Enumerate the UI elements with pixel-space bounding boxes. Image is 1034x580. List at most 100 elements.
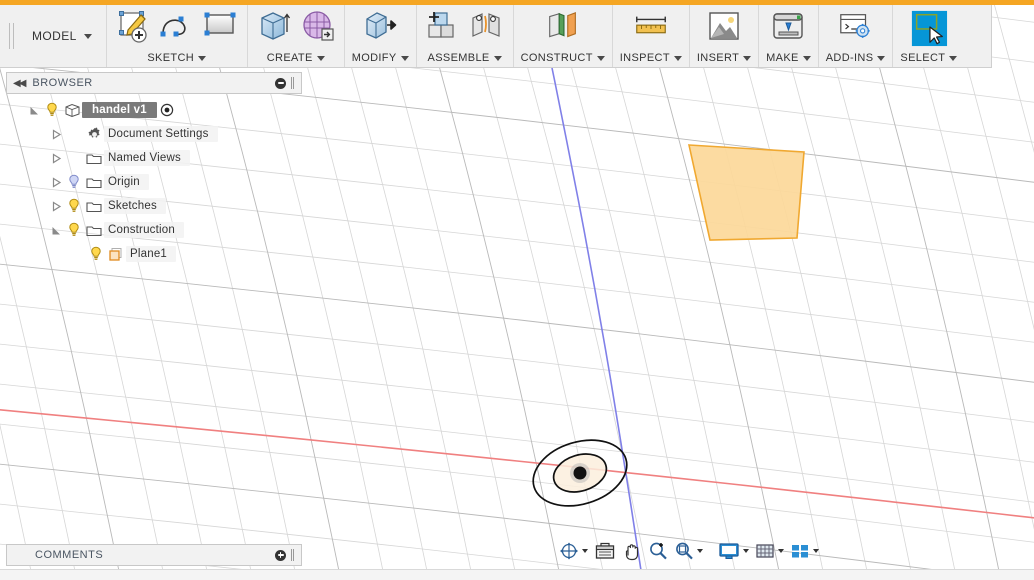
resize-grip-icon[interactable]	[291, 77, 292, 89]
plane-icon	[106, 247, 126, 262]
toolbar-panel-select-title[interactable]: SELECT	[900, 51, 958, 66]
workspace-label: MODEL	[32, 29, 77, 43]
tree-item-plane1[interactable]: Plane1	[6, 242, 302, 266]
component-icon	[62, 103, 82, 118]
measure-icon[interactable]	[632, 8, 670, 50]
tree-item-handel-v1[interactable]: handel v1	[6, 98, 302, 122]
y-axis-line	[537, 0, 642, 570]
scripts-addins-icon[interactable]	[837, 8, 875, 50]
browser-panel-header: ◀◀ BROWSER	[6, 72, 302, 94]
workspace-selector[interactable]: MODEL	[22, 5, 107, 67]
toolbar-panel-modify-title[interactable]: MODIFY	[352, 51, 409, 66]
tree-item-document-settings[interactable]: Document Settings	[6, 122, 302, 146]
toolbar-panel-sketch-title[interactable]: SKETCH	[147, 51, 207, 66]
visibility-bulb-icon[interactable]	[64, 222, 84, 238]
browser-tree: handel v1 Document Settings Named Views Ori…	[6, 98, 302, 266]
toolbar-panel-inspect: INSPECT	[612, 5, 690, 67]
tree-expand-arrow-closed[interactable]	[48, 176, 64, 188]
toolbar-panel-assemble: ASSEMBLE	[416, 5, 514, 67]
bottom-status-strip	[0, 570, 1034, 580]
joint-icon[interactable]	[468, 8, 506, 50]
view-navigation-bar	[556, 538, 822, 564]
toolbar-panel-create-title[interactable]: CREATE	[267, 51, 325, 66]
main-toolbar: MODEL SKETCH CREATE MODIFY ASSEMBLE CONS…	[0, 5, 992, 68]
tree-item-label: Origin	[104, 174, 149, 190]
chevron-down-icon	[802, 56, 811, 61]
origin-point[interactable]	[573, 466, 587, 480]
comments-title: COMMENTS	[35, 549, 104, 561]
toolbar-panel-create: CREATE	[247, 5, 345, 67]
chevron-down-icon	[400, 56, 409, 61]
tree-item-label: Document Settings	[104, 126, 218, 142]
chevron-down-icon	[743, 56, 752, 61]
select-window-icon[interactable]	[910, 8, 948, 50]
new-component-icon[interactable]	[424, 8, 462, 50]
tree-item-label: Plane1	[126, 246, 177, 262]
chevron-down-icon	[83, 33, 92, 39]
offset-plane-icon[interactable]	[544, 8, 582, 50]
chevron-down-icon	[316, 56, 325, 61]
folder-icon	[84, 176, 104, 189]
look-at-icon[interactable]	[591, 538, 619, 564]
3d-print-icon[interactable]	[769, 8, 807, 50]
tree-expand-arrow-closed[interactable]	[48, 128, 64, 140]
visibility-bulb-icon[interactable]	[64, 174, 84, 190]
tree-item-construction[interactable]: Construction	[6, 218, 302, 242]
rectangle-icon[interactable]	[202, 8, 240, 50]
tree-expand-arrow-open[interactable]	[48, 225, 64, 236]
tree-item-label: Construction	[104, 222, 184, 238]
zoom-window-icon[interactable]	[671, 538, 706, 564]
toolbar-panel-addins-title[interactable]: ADD-INS	[826, 51, 886, 66]
insert-image-icon[interactable]	[705, 8, 743, 50]
toolbar-panel-modify: MODIFY	[344, 5, 417, 67]
press-pull-icon[interactable]	[361, 8, 399, 50]
chevron-down-icon	[778, 549, 784, 553]
tree-expand-arrow-closed[interactable]	[48, 152, 64, 164]
display-settings-icon[interactable]	[715, 538, 752, 564]
toolbar-panel-construct-title[interactable]: CONSTRUCT	[521, 51, 605, 66]
visibility-bulb-icon[interactable]	[86, 246, 106, 262]
chevron-down-icon	[877, 56, 886, 61]
spline-icon[interactable]	[158, 8, 196, 50]
toolbar-panel-make-title[interactable]: MAKE	[766, 51, 811, 66]
tree-item-sketches[interactable]: Sketches	[6, 194, 302, 218]
pan-hand-icon[interactable]	[619, 538, 645, 564]
toolbar-panel-insert: INSERT	[689, 5, 760, 67]
folder-icon	[84, 200, 104, 213]
tree-item-origin[interactable]: Origin	[6, 170, 302, 194]
toolbar-panel-construct: CONSTRUCT	[513, 5, 613, 67]
add-comment-icon[interactable]	[275, 549, 286, 561]
folder-icon	[84, 224, 104, 237]
toolbar-panel-insert-title[interactable]: INSERT	[697, 51, 752, 66]
x-axis-line	[0, 409, 1034, 519]
viewports-icon[interactable]	[787, 538, 822, 564]
browser-title: BROWSER	[32, 77, 93, 89]
chevron-down-icon	[198, 56, 207, 61]
zoom-icon[interactable]	[645, 538, 671, 564]
fusion360-window: MODEL SKETCH CREATE MODIFY ASSEMBLE CONS…	[0, 0, 1034, 580]
toolbar-panel-inspect-title[interactable]: INSPECT	[620, 51, 682, 66]
visibility-bulb-icon[interactable]	[64, 198, 84, 214]
chevron-down-icon	[673, 56, 682, 61]
toolbar-grip[interactable]	[0, 5, 22, 67]
toolbar-panel-make: MAKE	[759, 5, 819, 67]
chevron-down-icon	[743, 549, 749, 553]
construction-plane-1[interactable]	[687, 144, 805, 241]
create-form-icon[interactable]	[299, 8, 337, 50]
visibility-bulb-icon[interactable]	[42, 102, 62, 118]
tree-expand-arrow-open[interactable]	[26, 105, 42, 116]
minimize-icon[interactable]	[275, 77, 286, 89]
activate-component-icon[interactable]	[157, 103, 177, 117]
chevron-down-icon	[582, 549, 588, 553]
orbit-icon[interactable]	[556, 538, 591, 564]
resize-grip-icon[interactable]	[291, 549, 292, 561]
toolbar-panel-assemble-title[interactable]: ASSEMBLE	[428, 51, 502, 66]
collapse-left-icon[interactable]: ◀◀	[13, 78, 26, 89]
create-sketch-icon[interactable]	[114, 8, 152, 50]
tree-expand-arrow-closed[interactable]	[48, 200, 64, 212]
extrude-icon[interactable]	[255, 8, 293, 50]
chevron-down-icon	[949, 56, 958, 61]
tree-item-named-views[interactable]: Named Views	[6, 146, 302, 170]
chevron-down-icon	[493, 56, 502, 61]
grid-snaps-icon[interactable]	[752, 538, 787, 564]
